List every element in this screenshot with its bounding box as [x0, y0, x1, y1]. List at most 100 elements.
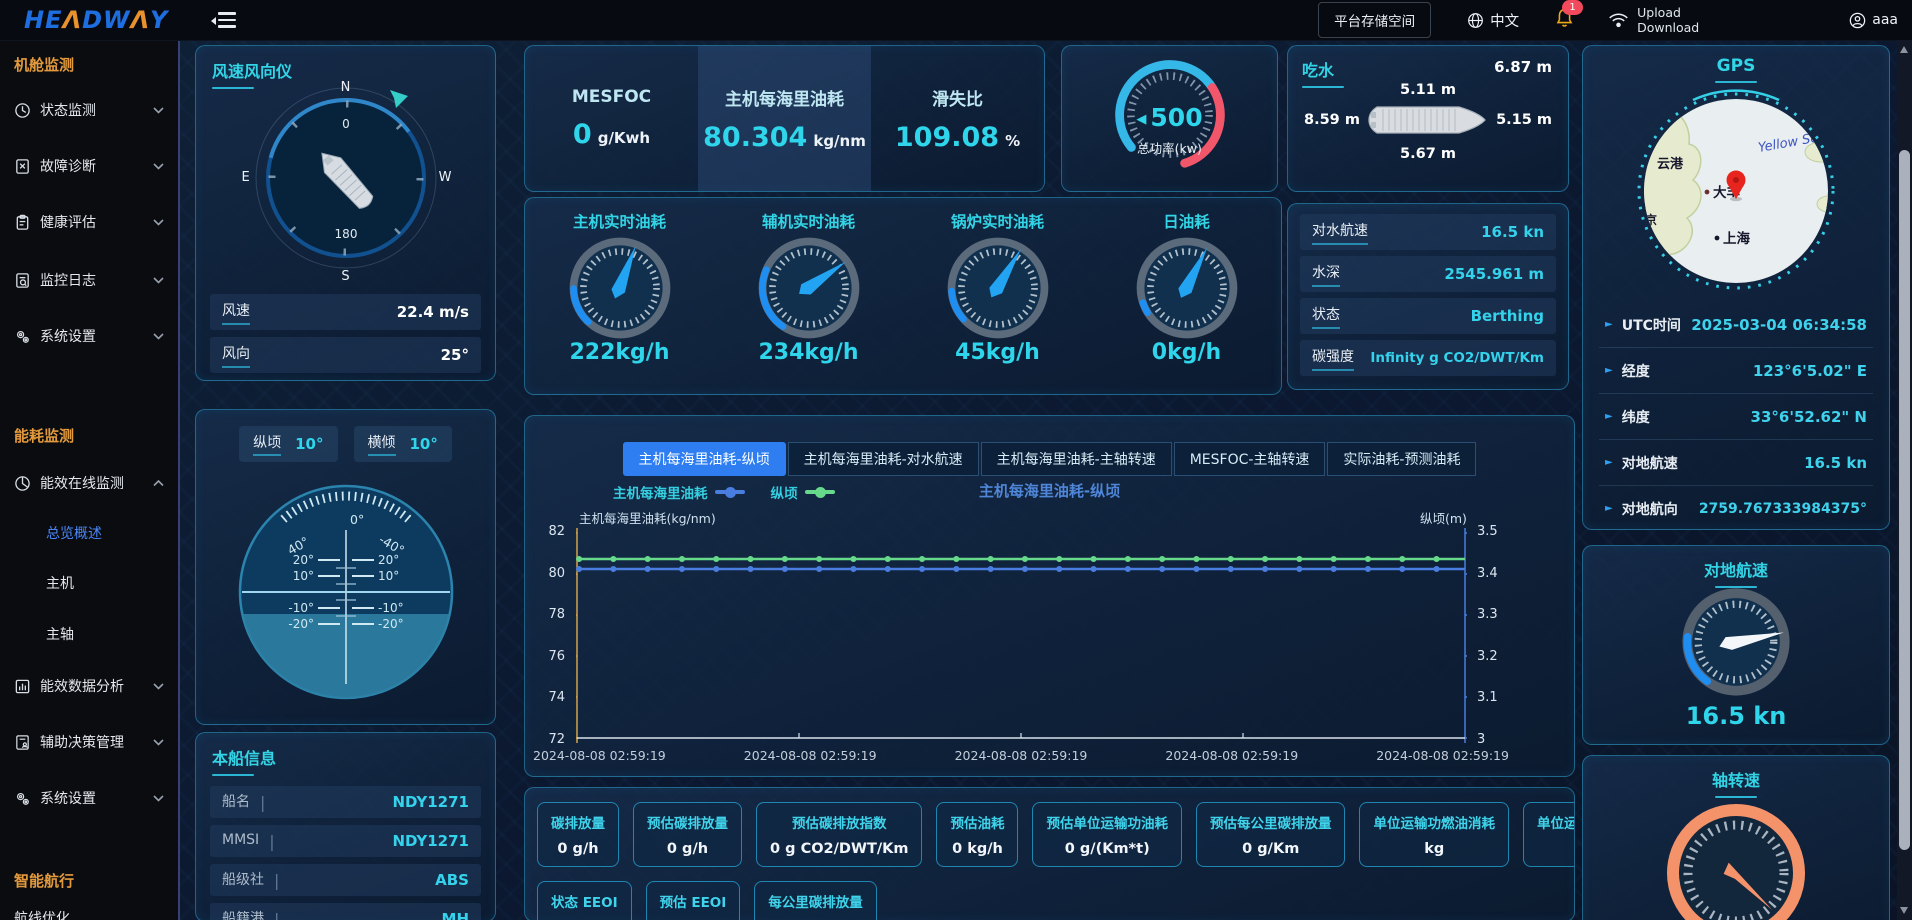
language-switch[interactable]: 中文 — [1467, 10, 1519, 31]
stw-row: 对水航速 16.5 kn — [1300, 214, 1556, 250]
log-search-icon — [14, 272, 31, 289]
chart-tabs: 主机每海里油耗-纵顷 主机每海里油耗-对水航速 主机每海里油耗-主轴转速 MES… — [525, 442, 1574, 476]
mmsi-value: NDY1271 — [392, 832, 469, 850]
gauge-main-engine-value: 222kg/h — [570, 340, 670, 365]
sog-gauge-value: 16.5 kn — [1583, 702, 1889, 730]
sidebar-item-system-settings-1[interactable]: 系统设置 — [14, 326, 172, 346]
latitude-label: 纬度 — [1622, 407, 1650, 427]
sidebar-item-main-engine[interactable]: 主机 — [46, 573, 74, 593]
stat-est-unit-transport-fuel: 预估单位运输功油耗0 g/(Km*t) — [1032, 802, 1182, 867]
gears-icon — [14, 790, 31, 807]
sidebar-item-overview[interactable]: 总览概述 — [46, 523, 102, 543]
kpi-slip-ratio-label: 滑失比 — [932, 85, 983, 110]
section-engine-room: 机舱监测 — [14, 54, 74, 75]
stats-panel: 碳排放量0 g/h 预估碳排放量0 g/h 预估碳排放指数0 g CO2/DWT… — [524, 787, 1575, 920]
scroll-down-icon[interactable] — [1900, 907, 1908, 914]
depth-label: 水深 — [1312, 262, 1340, 287]
stat-carbon-per-km: 每公里碳排放量g/Km — [754, 881, 877, 920]
triangle-icon: ► — [1605, 319, 1613, 330]
chevron-down-icon — [153, 739, 164, 746]
platform-storage-button[interactable]: 平台存储空间 — [1318, 2, 1431, 38]
clipboard-icon — [14, 214, 31, 231]
sidebar-item-energy-analysis[interactable]: 能效数据分析 — [14, 676, 172, 696]
page-scrollbar[interactable] — [1897, 40, 1912, 920]
draft-left: 8.59 m — [1304, 112, 1360, 128]
sidebar-item-main-shaft[interactable]: 主轴 — [46, 624, 74, 644]
mmsi-label: MMSI — [222, 832, 259, 851]
stat-status-eeoi: 状态 EEOIg/t/Km — [537, 881, 632, 920]
svg-text:-10°: -10° — [378, 601, 404, 615]
tab-fuel-shaft[interactable]: 主机每海里油耗-主轴转速 — [981, 442, 1172, 476]
kpi-fuel-per-nm-value: 80.304 — [703, 122, 807, 153]
home-port-value: MH — [442, 910, 469, 920]
sidebar-item-energy-online[interactable]: 能效在线监测 — [14, 473, 172, 493]
gauge-needle-icon: ◀ — [1136, 112, 1146, 127]
tab-mesfoc-shaft[interactable]: MESFOC-主轴转速 — [1174, 442, 1326, 476]
scrollbar-thumb[interactable] — [1899, 150, 1910, 850]
kpi-slip-ratio: 滑失比 109.08% — [871, 46, 1044, 191]
tab-actual-predicted[interactable]: 实际油耗-预测油耗 — [1327, 442, 1476, 476]
stat-unit-transport-carbon: 单位运输功碳排放kg — [1523, 802, 1575, 867]
longitude-value: 123°6'5.02" E — [1753, 362, 1867, 380]
chevron-down-icon — [153, 107, 164, 114]
sidebar-item-monitor-log[interactable]: 监控日志 — [14, 270, 172, 290]
yaxis-right-ticks: 3.5 3.4 3.3 3.2 3.1 3 — [1477, 525, 1507, 746]
stw-value: 16.5 kn — [1481, 223, 1544, 241]
chart-panel: 主机每海里油耗-纵顷 主机每海里油耗-对水航速 主机每海里油耗-主轴转速 MES… — [524, 415, 1575, 777]
total-power-value: 500 — [1150, 103, 1202, 132]
username: aaa — [1872, 12, 1898, 28]
sidebar-collapse-icon[interactable] — [214, 12, 236, 28]
kpi-mesfoc-value: 0 — [573, 119, 592, 150]
document-x-icon — [14, 158, 31, 175]
tab-fuel-stw[interactable]: 主机每海里油耗-对水航速 — [788, 442, 979, 476]
gears-icon — [14, 328, 31, 345]
sidebar-item-fault-diagnosis[interactable]: 故障诊断 — [14, 156, 172, 176]
draft-upper: 5.11 m — [1288, 82, 1568, 98]
triangle-icon: ► — [1605, 457, 1613, 468]
tab-fuel-trim[interactable]: 主机每海里油耗-纵顷 — [623, 442, 786, 476]
sog-gauge-panel: 对地航速 16.5 kn — [1582, 545, 1890, 745]
fuel-gauges-panel: 主机实时油耗 222kg/h 辅机实时油耗 — [524, 197, 1282, 395]
class-society-label: 船级社 — [222, 869, 264, 892]
svg-text:-10°: -10° — [288, 601, 314, 615]
gps-map[interactable]: Yellow Sea 云港 大丰 京 上海 — [1631, 86, 1841, 296]
sidebar: 机舱监测 状态监测 故障诊断 健康评估 监控日志 系统设置 能耗监测 — [0, 40, 180, 920]
chevron-down-icon — [153, 333, 164, 340]
gauge-boiler: 锅炉实时油耗 45kg/h — [903, 198, 1092, 394]
sidebar-item-route-optimization[interactable]: 航线优化 — [14, 908, 172, 920]
mmsi-row: MMSI| NDY1271 — [210, 825, 481, 857]
chart-title: 主机每海里油耗-纵顷 — [525, 480, 1574, 501]
sidebar-item-status-monitor[interactable]: 状态监测 — [14, 100, 172, 120]
gauge-aux-engine: 辅机实时油耗 234kg/h — [714, 198, 903, 394]
class-society-value: ABS — [435, 871, 469, 889]
triangle-icon: ► — [1605, 411, 1613, 422]
utc-value: 2025-03-04 06:34:58 — [1691, 316, 1867, 334]
stw-label: 对水航速 — [1312, 220, 1368, 245]
notification-bell[interactable]: 1 — [1555, 8, 1574, 32]
stats-row-1: 碳排放量0 g/h 预估碳排放量0 g/h 预估碳排放指数0 g CO2/DWT… — [537, 802, 1574, 867]
stat-est-carbon-index: 预估碳排放指数0 g CO2/DWT/Km — [756, 802, 922, 867]
doc-person-icon — [14, 734, 31, 751]
gauge-main-engine-title: 主机实时油耗 — [573, 210, 666, 232]
latitude-value: 33°6'52.62" N — [1751, 408, 1867, 426]
sidebar-item-decision-support[interactable]: 辅助决策管理 — [14, 732, 172, 752]
sidebar-item-system-settings-2[interactable]: 系统设置 — [14, 788, 172, 808]
wind-direction-label: 风向 — [222, 343, 250, 368]
notification-badge: 1 — [1562, 0, 1583, 15]
stat-unit-transport-fuel: 单位运输功燃油消耗kg — [1359, 802, 1509, 867]
svg-text:-20°: -20° — [288, 617, 314, 631]
trim-chip: 纵顷 10° — [239, 426, 337, 462]
longitude-label: 经度 — [1622, 361, 1650, 381]
gauge-dial — [753, 236, 865, 340]
scroll-up-icon[interactable] — [1900, 46, 1908, 53]
sidebar-item-health-assessment[interactable]: 健康评估 — [14, 212, 172, 232]
svg-text:10°: 10° — [378, 569, 399, 583]
cog-value: 2759.767333984375° — [1699, 501, 1867, 517]
language-label: 中文 — [1490, 10, 1519, 31]
user-menu[interactable]: aaa — [1849, 12, 1898, 29]
upload-label: Upload — [1637, 5, 1699, 20]
stat-carbon-emission: 碳排放量0 g/h — [537, 802, 619, 867]
chevron-down-icon — [153, 683, 164, 690]
class-society-row: 船级社| ABS — [210, 864, 481, 896]
upload-download-menu[interactable]: Upload Download — [1608, 5, 1699, 35]
